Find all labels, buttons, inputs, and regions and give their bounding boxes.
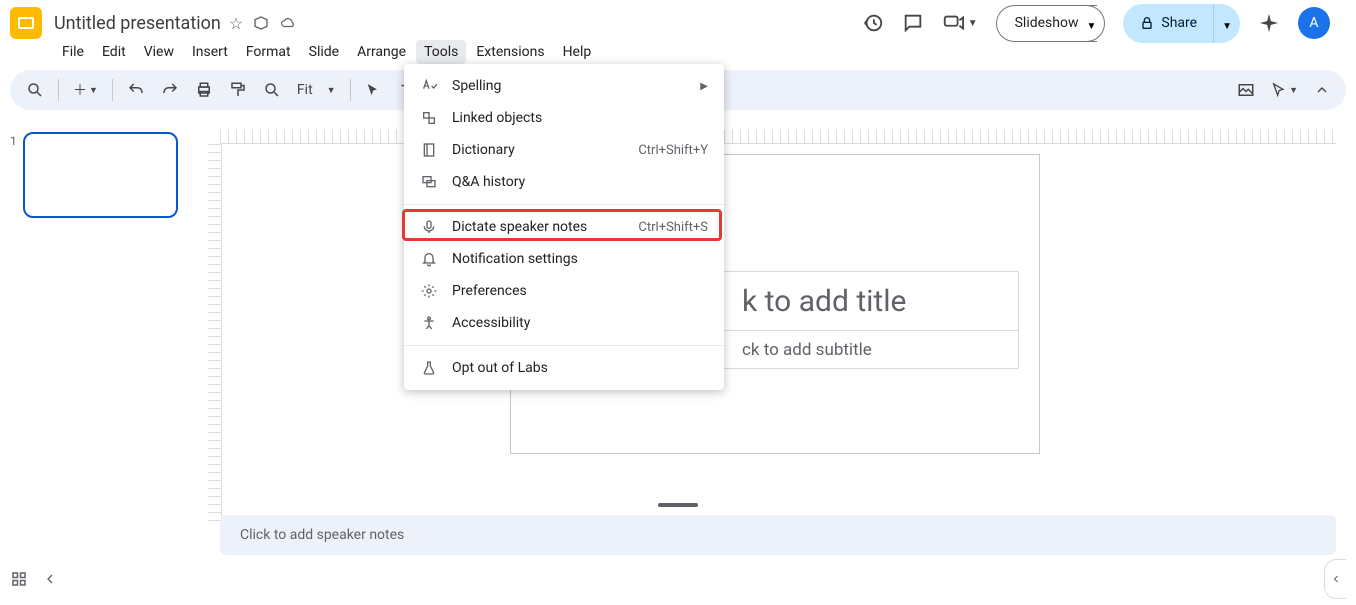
new-slide-button[interactable]: ＋ ▼ [67, 76, 104, 104]
history-icon[interactable] [862, 12, 884, 34]
a11y-icon [420, 315, 438, 331]
undo-button[interactable] [121, 77, 151, 103]
menu-insert[interactable]: Insert [184, 40, 236, 64]
present-icon[interactable]: ▼ [942, 12, 978, 34]
notes-resize-handle[interactable] [658, 503, 698, 507]
menu-item-dictionary[interactable]: Dictionary Ctrl+Shift+Y [404, 134, 724, 166]
filmstrip: 1 [0, 118, 200, 545]
prev-slide-icon[interactable] [42, 570, 58, 588]
horizontal-ruler [220, 130, 1336, 144]
grid-view-icon[interactable] [10, 570, 28, 588]
menu-item-label: Notification settings [452, 251, 708, 267]
star-icon[interactable]: ☆ [229, 14, 243, 33]
tools-dropdown: Spelling ▶ Linked objects Dictionary Ctrl+Sh… [404, 64, 724, 390]
print-button[interactable] [189, 77, 219, 103]
menu-arrange[interactable]: Arrange [349, 40, 414, 64]
search-icon[interactable] [20, 77, 50, 103]
explore-tab-icon[interactable] [1324, 559, 1346, 599]
menu-item-notification-settings[interactable]: Notification settings [404, 243, 724, 275]
menu-extensions[interactable]: Extensions [468, 40, 552, 64]
menu-item-shortcut: Ctrl+Shift+Y [638, 143, 708, 158]
slide-thumbnail[interactable] [23, 132, 178, 218]
gemini-icon[interactable] [1258, 12, 1280, 34]
pref-icon [420, 283, 438, 299]
menu-item-linked-objects[interactable]: Linked objects [404, 102, 724, 134]
menu-help[interactable]: Help [555, 40, 600, 64]
menu-item-label: Dictionary [452, 142, 624, 158]
collapse-toolbar[interactable] [1308, 78, 1336, 102]
redo-button[interactable] [155, 77, 185, 103]
menu-format[interactable]: Format [238, 40, 299, 64]
share-button[interactable]: Share [1123, 4, 1213, 43]
speaker-notes[interactable]: Click to add speaker notes [220, 515, 1336, 555]
zoom-button[interactable] [257, 77, 287, 103]
share-label: Share [1161, 15, 1197, 31]
doc-title[interactable]: Untitled presentation [54, 13, 221, 34]
menu-item-label: Spelling [452, 78, 686, 94]
menu-file[interactable]: File [54, 40, 92, 64]
spell-icon [420, 78, 438, 94]
menu-edit[interactable]: Edit [94, 40, 134, 64]
menu-item-label: Opt out of Labs [452, 360, 708, 376]
comment-icon[interactable] [902, 12, 924, 34]
slides-logo[interactable] [10, 7, 42, 39]
flask-icon [420, 360, 438, 376]
zoom-select[interactable]: Fit▼ [291, 78, 342, 102]
menu-item-dictate-speaker-notes[interactable]: Dictate speaker notes Ctrl+Shift+S [404, 211, 724, 243]
menu-item-q-a-history[interactable]: Q&A history [404, 166, 724, 198]
menu-item-label: Dictate speaker notes [452, 219, 624, 235]
paint-format-button[interactable] [223, 77, 253, 103]
move-icon[interactable] [253, 15, 269, 31]
menu-item-label: Preferences [452, 283, 708, 299]
menu-item-shortcut: Ctrl+Shift+S [638, 220, 708, 235]
bell-icon [420, 251, 438, 267]
menu-item-opt-out-of-labs[interactable]: Opt out of Labs [404, 352, 724, 384]
zoom-label: Fit [297, 82, 313, 98]
lock-icon [1139, 15, 1155, 31]
menu-item-label: Q&A history [452, 174, 708, 190]
mic-icon [420, 219, 438, 235]
slide-number: 1 [10, 132, 17, 218]
vertical-ruler [208, 144, 222, 525]
cloud-icon[interactable] [279, 16, 297, 30]
link-icon [420, 110, 438, 126]
dict-icon [420, 142, 438, 158]
qa-icon [420, 174, 438, 190]
menu-item-label: Linked objects [452, 110, 708, 126]
cursor-dropdown[interactable]: ▼ [1265, 78, 1304, 102]
menu-slide[interactable]: Slide [301, 40, 347, 64]
canvas-area: k to add title ck to add subtitle [200, 118, 1356, 545]
menu-tools[interactable]: Tools [416, 40, 466, 64]
menu-view[interactable]: View [136, 40, 182, 64]
menu-item-spelling[interactable]: Spelling ▶ [404, 70, 724, 102]
menu-item-label: Accessibility [452, 315, 708, 331]
share-dropdown[interactable]: ▼ [1213, 4, 1240, 43]
menu-item-accessibility[interactable]: Accessibility [404, 307, 724, 339]
slideshow-dropdown[interactable]: ▼ [1079, 5, 1106, 42]
select-tool[interactable] [359, 78, 387, 102]
avatar[interactable]: A [1298, 7, 1330, 39]
insert-image-icon[interactable] [1231, 77, 1261, 103]
chevron-right-icon: ▶ [700, 81, 708, 92]
menu-item-preferences[interactable]: Preferences [404, 275, 724, 307]
